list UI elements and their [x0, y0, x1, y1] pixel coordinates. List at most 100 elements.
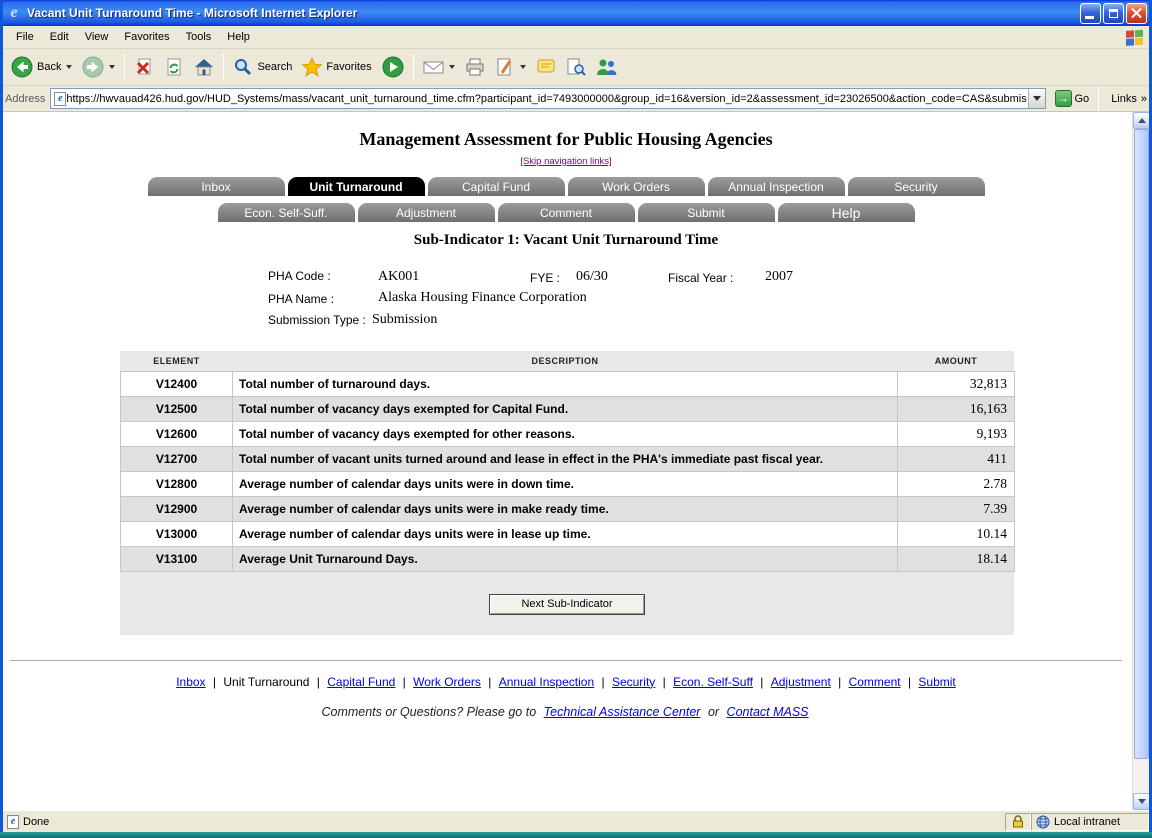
menu-file[interactable]: File [8, 28, 42, 46]
browser-toolbar: Back [0, 49, 1152, 86]
tab-security[interactable]: Security [848, 177, 985, 196]
tab-submit[interactable]: Submit [638, 203, 775, 222]
footer-link-capital-fund[interactable]: Capital Fund [327, 675, 395, 689]
back-dropdown-icon[interactable] [66, 65, 72, 69]
menu-view[interactable]: View [77, 28, 117, 46]
contact-mass-link[interactable]: Contact MASS [727, 705, 809, 719]
edit-button[interactable] [490, 54, 531, 80]
close-button[interactable] [1126, 3, 1147, 24]
tab-econ-self-suff[interactable]: Econ. Self-Suff. [218, 203, 355, 222]
amount-cell: 9,193 [898, 421, 1015, 446]
footer-link-inbox[interactable]: Inbox [176, 675, 205, 689]
arrow-up-icon [1138, 118, 1146, 123]
go-button[interactable]: → Go [1050, 89, 1095, 108]
tab-comment[interactable]: Comment [498, 203, 635, 222]
favorites-star-icon [302, 57, 322, 77]
messenger-button[interactable] [591, 54, 623, 80]
button-row: Next Sub-Indicator [120, 594, 1014, 615]
browser-viewport: Management Assessment for Public Housing… [0, 112, 1152, 810]
fye-value: 06/30 [576, 269, 608, 285]
tab-work-orders[interactable]: Work Orders [568, 177, 705, 196]
discuss-button[interactable] [531, 54, 561, 80]
description-cell: Total number of vacant units turned arou… [233, 446, 898, 471]
footer-nav: Inbox | Unit Turnaround | Capital Fund |… [0, 675, 1132, 689]
element-cell: V12500 [121, 396, 233, 421]
minimize-button[interactable] [1080, 3, 1101, 24]
tab-unit-turnaround[interactable]: Unit Turnaround [288, 177, 425, 196]
menu-tools[interactable]: Tools [178, 28, 220, 46]
forward-dropdown-icon[interactable] [109, 65, 115, 69]
refresh-icon [164, 57, 184, 77]
chevron-down-icon [1033, 96, 1041, 101]
tab-help[interactable]: Help [778, 203, 915, 222]
menu-favorites[interactable]: Favorites [116, 28, 177, 46]
tab-capital-fund[interactable]: Capital Fund [428, 177, 565, 196]
window-title: Vacant Unit Turnaround Time - Microsoft … [27, 6, 1078, 20]
indicator-table: ELEMENT DESCRIPTION AMOUNT V12400 Total … [120, 351, 1015, 572]
footer-help-line: Comments or Questions? Please go to Tech… [0, 705, 1132, 719]
stop-button[interactable] [129, 54, 159, 80]
next-sub-indicator-button[interactable]: Next Sub-Indicator [489, 594, 645, 615]
skip-navigation-link[interactable]: [Skip navigation links] [0, 156, 1132, 167]
footer-link-adjustment[interactable]: Adjustment [771, 675, 831, 689]
menu-bar: File Edit View Favorites Tools Help [0, 26, 1152, 49]
favorites-label: Favorites [326, 61, 371, 73]
footer-link-comment[interactable]: Comment [849, 675, 901, 689]
lock-icon [1012, 815, 1024, 828]
element-cell: V13100 [121, 546, 233, 571]
tab-adjustment[interactable]: Adjustment [358, 203, 495, 222]
vertical-scrollbar[interactable] [1132, 112, 1149, 810]
tab-inbox[interactable]: Inbox [148, 177, 285, 196]
tab-annual-inspection[interactable]: Annual Inspection [708, 177, 845, 196]
media-button[interactable] [377, 53, 409, 81]
footer-link-security[interactable]: Security [612, 675, 655, 689]
amount-cell: 18.14 [898, 546, 1015, 571]
footer-link-submit[interactable]: Submit [918, 675, 955, 689]
refresh-button[interactable] [159, 54, 189, 80]
description-cell: Average Unit Turnaround Days. [233, 546, 898, 571]
footer-current-unit-turnaround: Unit Turnaround [223, 675, 309, 689]
desktop-edge [0, 832, 1152, 838]
technical-assistance-link[interactable]: Technical Assistance Center [544, 705, 701, 719]
maximize-button[interactable] [1103, 3, 1124, 24]
print-button[interactable] [460, 54, 490, 80]
address-input-box[interactable]: e [50, 88, 1045, 109]
title-bar[interactable]: e Vacant Unit Turnaround Time - Microsof… [0, 0, 1152, 26]
back-label: Back [37, 61, 61, 73]
scroll-down-button[interactable] [1133, 793, 1150, 810]
search-icon [233, 57, 253, 77]
scrollbar-thumb[interactable] [1134, 129, 1149, 759]
edit-dropdown-icon[interactable] [520, 65, 526, 69]
links-chevron-icon[interactable]: » [1141, 93, 1147, 105]
footer-link-work-orders[interactable]: Work Orders [413, 675, 481, 689]
search-button[interactable]: Search [228, 54, 297, 80]
forward-button[interactable] [77, 53, 120, 81]
separator: | [213, 675, 216, 689]
mail-dropdown-icon[interactable] [449, 65, 455, 69]
amount-cell: 2.78 [898, 471, 1015, 496]
home-button[interactable] [189, 54, 219, 80]
menu-edit[interactable]: Edit [42, 28, 77, 46]
menu-help[interactable]: Help [219, 28, 258, 46]
ie-logo-icon: e [5, 4, 23, 22]
favorites-button[interactable]: Favorites [297, 54, 376, 80]
amount-cell: 32,813 [898, 371, 1015, 396]
toolbar-separator [124, 54, 125, 80]
discuss-icon [536, 57, 556, 77]
separator: | [663, 675, 666, 689]
links-bar[interactable]: Links » [1111, 93, 1147, 105]
address-dropdown-button[interactable] [1028, 89, 1045, 108]
element-cell: V13000 [121, 521, 233, 546]
back-button[interactable]: Back [6, 53, 77, 81]
col-header-description: DESCRIPTION [233, 351, 898, 371]
document-icon: e [7, 815, 19, 829]
scroll-up-button[interactable] [1133, 112, 1150, 129]
footer-link-econ-self-suff[interactable]: Econ. Self-Suff [673, 675, 753, 689]
research-button[interactable] [561, 54, 591, 80]
footer-link-annual-inspection[interactable]: Annual Inspection [499, 675, 594, 689]
table-row: V13100 Average Unit Turnaround Days. 18.… [121, 546, 1015, 571]
maximize-icon [1109, 9, 1118, 18]
address-input[interactable] [66, 90, 1027, 107]
mail-button[interactable] [418, 55, 460, 79]
search-label: Search [257, 61, 292, 73]
